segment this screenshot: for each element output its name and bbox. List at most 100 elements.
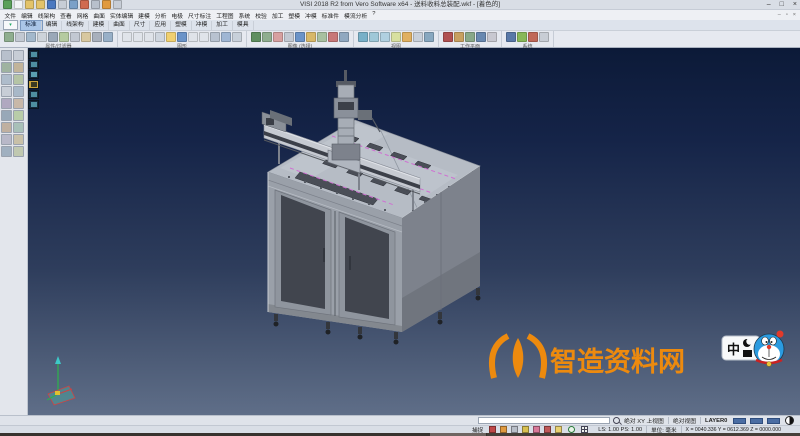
left-tool-icon[interactable] [1,50,12,61]
toolbar-icon[interactable] [199,32,209,42]
left-tool-icon[interactable] [13,74,24,85]
toolbar-icon[interactable] [487,32,497,42]
left-tool-icon[interactable] [1,98,12,109]
left-tool-icon[interactable] [1,122,12,133]
ribbon-tab[interactable]: 编辑 [42,21,63,30]
menu-item[interactable]: 建模 [136,11,153,20]
left-tool-icon[interactable] [13,146,24,157]
toolbar-icon[interactable] [295,32,305,42]
toolbar-icon[interactable] [339,32,349,42]
quick-access-icon[interactable] [47,0,56,9]
toolbar-icon[interactable] [517,32,527,42]
toolbar-icon[interactable] [81,32,91,42]
toolbar-icon[interactable] [15,32,25,42]
menu-item[interactable]: 尺寸标注 [185,11,213,20]
left-tool-icon[interactable] [1,62,12,73]
left-tool-icon[interactable] [1,146,12,157]
ribbon-tab[interactable]: 曲面 [109,21,130,30]
toolbar-icon[interactable] [380,32,390,42]
menu-item[interactable]: ? [370,11,378,20]
toolbar-icon[interactable] [177,32,187,42]
toolbar-icon[interactable] [155,32,165,42]
toolbar-dropdown-button[interactable]: ▾ [3,20,18,30]
menu-item[interactable]: 曲面 [91,11,108,20]
menu-item[interactable]: 查看 [58,11,75,20]
toolbar-icon[interactable] [221,32,231,42]
left-tool-icon[interactable] [13,62,24,73]
quick-access-icon[interactable] [3,0,12,9]
menu-item[interactable]: 分析 [152,11,169,20]
machine-model[interactable] [262,70,481,345]
menu-item[interactable]: 加工 [269,11,286,20]
toolbar-icon[interactable] [454,32,464,42]
status-tool-icon[interactable] [511,426,518,433]
history-clock-icon[interactable] [568,426,575,433]
toolbar-icon[interactable] [92,32,102,42]
quick-access-icon[interactable] [36,0,45,9]
menu-item[interactable]: 校验 [253,11,270,20]
toolbar-icon[interactable] [443,32,453,42]
maximize-button[interactable]: □ [780,0,784,10]
toolbar-icon[interactable] [465,32,475,42]
status-tool-icon[interactable] [555,426,562,433]
toolbar-icon[interactable] [103,32,113,42]
child-close-button[interactable]: × [793,12,796,18]
quick-access-icon[interactable] [102,0,111,9]
viewport-tool-button[interactable] [28,80,39,89]
menu-item[interactable]: 工程图 [214,11,236,20]
menu-item[interactable]: 模流分析 [342,11,370,20]
3d-viewport[interactable]: 智造资料网 中 [28,48,800,415]
toolbar-icon[interactable] [37,32,47,42]
viewport-tool-button[interactable] [28,70,39,79]
toolbar-icon[interactable] [166,32,176,42]
minimize-button[interactable]: – [767,0,771,10]
toolbar-icon[interactable] [262,32,272,42]
toolbar-icon[interactable] [251,32,261,42]
toolbar-icon[interactable] [391,32,401,42]
left-tool-icon[interactable] [13,110,24,121]
quick-access-icon[interactable] [25,0,34,9]
ribbon-tab[interactable]: 模具 [233,21,254,30]
menu-item[interactable]: 塑模 [286,11,303,20]
menu-item[interactable]: 实体编辑 [107,11,135,20]
menu-item[interactable]: 冲模 [303,11,320,20]
search-icon[interactable] [613,417,620,424]
left-tool-icon[interactable] [13,134,24,145]
toolbar-icon[interactable] [528,32,538,42]
toolbar-icon[interactable] [539,32,549,42]
toolbar-icon[interactable] [328,32,338,42]
left-tool-icon[interactable] [1,134,12,145]
toolbar-icon[interactable] [70,32,80,42]
close-button[interactable]: × [793,0,797,10]
toolbar-icon[interactable] [144,32,154,42]
toolbar-icon[interactable] [59,32,69,42]
status-tool-icon[interactable] [489,426,496,433]
quick-access-icon[interactable] [69,0,78,9]
menu-item[interactable]: 网格 [74,11,91,20]
quick-access-icon[interactable] [91,0,100,9]
left-tool-icon[interactable] [13,122,24,133]
ribbon-tab[interactable]: 标准 [21,21,42,30]
quick-access-icon[interactable] [14,0,23,9]
menu-item[interactable]: 标准件 [319,11,341,20]
quick-access-icon[interactable] [113,0,122,9]
menu-item[interactable]: 线架构 [35,11,57,20]
ribbon-tab[interactable]: 线架构 [62,21,88,30]
toolbar-icon[interactable] [369,32,379,42]
background-toggle-icon[interactable] [785,416,794,425]
menu-item[interactable]: 编辑 [19,11,36,20]
quick-access-icon[interactable] [80,0,89,9]
child-restore-button[interactable]: ▫ [786,12,788,18]
toolbar-icon[interactable] [506,32,516,42]
left-tool-icon[interactable] [1,86,12,97]
left-tool-icon[interactable] [13,86,24,97]
toolbar-icon[interactable] [122,32,132,42]
toolbar-icon[interactable] [4,32,14,42]
view-reference-label[interactable]: 绝对视图 [673,416,696,425]
left-tool-icon[interactable] [1,110,12,121]
toolbar-icon[interactable] [48,32,58,42]
status-tool-icon[interactable] [522,426,529,433]
toolbar-icon[interactable] [476,32,486,42]
left-tool-icon[interactable] [1,74,12,85]
toolbar-icon[interactable] [317,32,327,42]
